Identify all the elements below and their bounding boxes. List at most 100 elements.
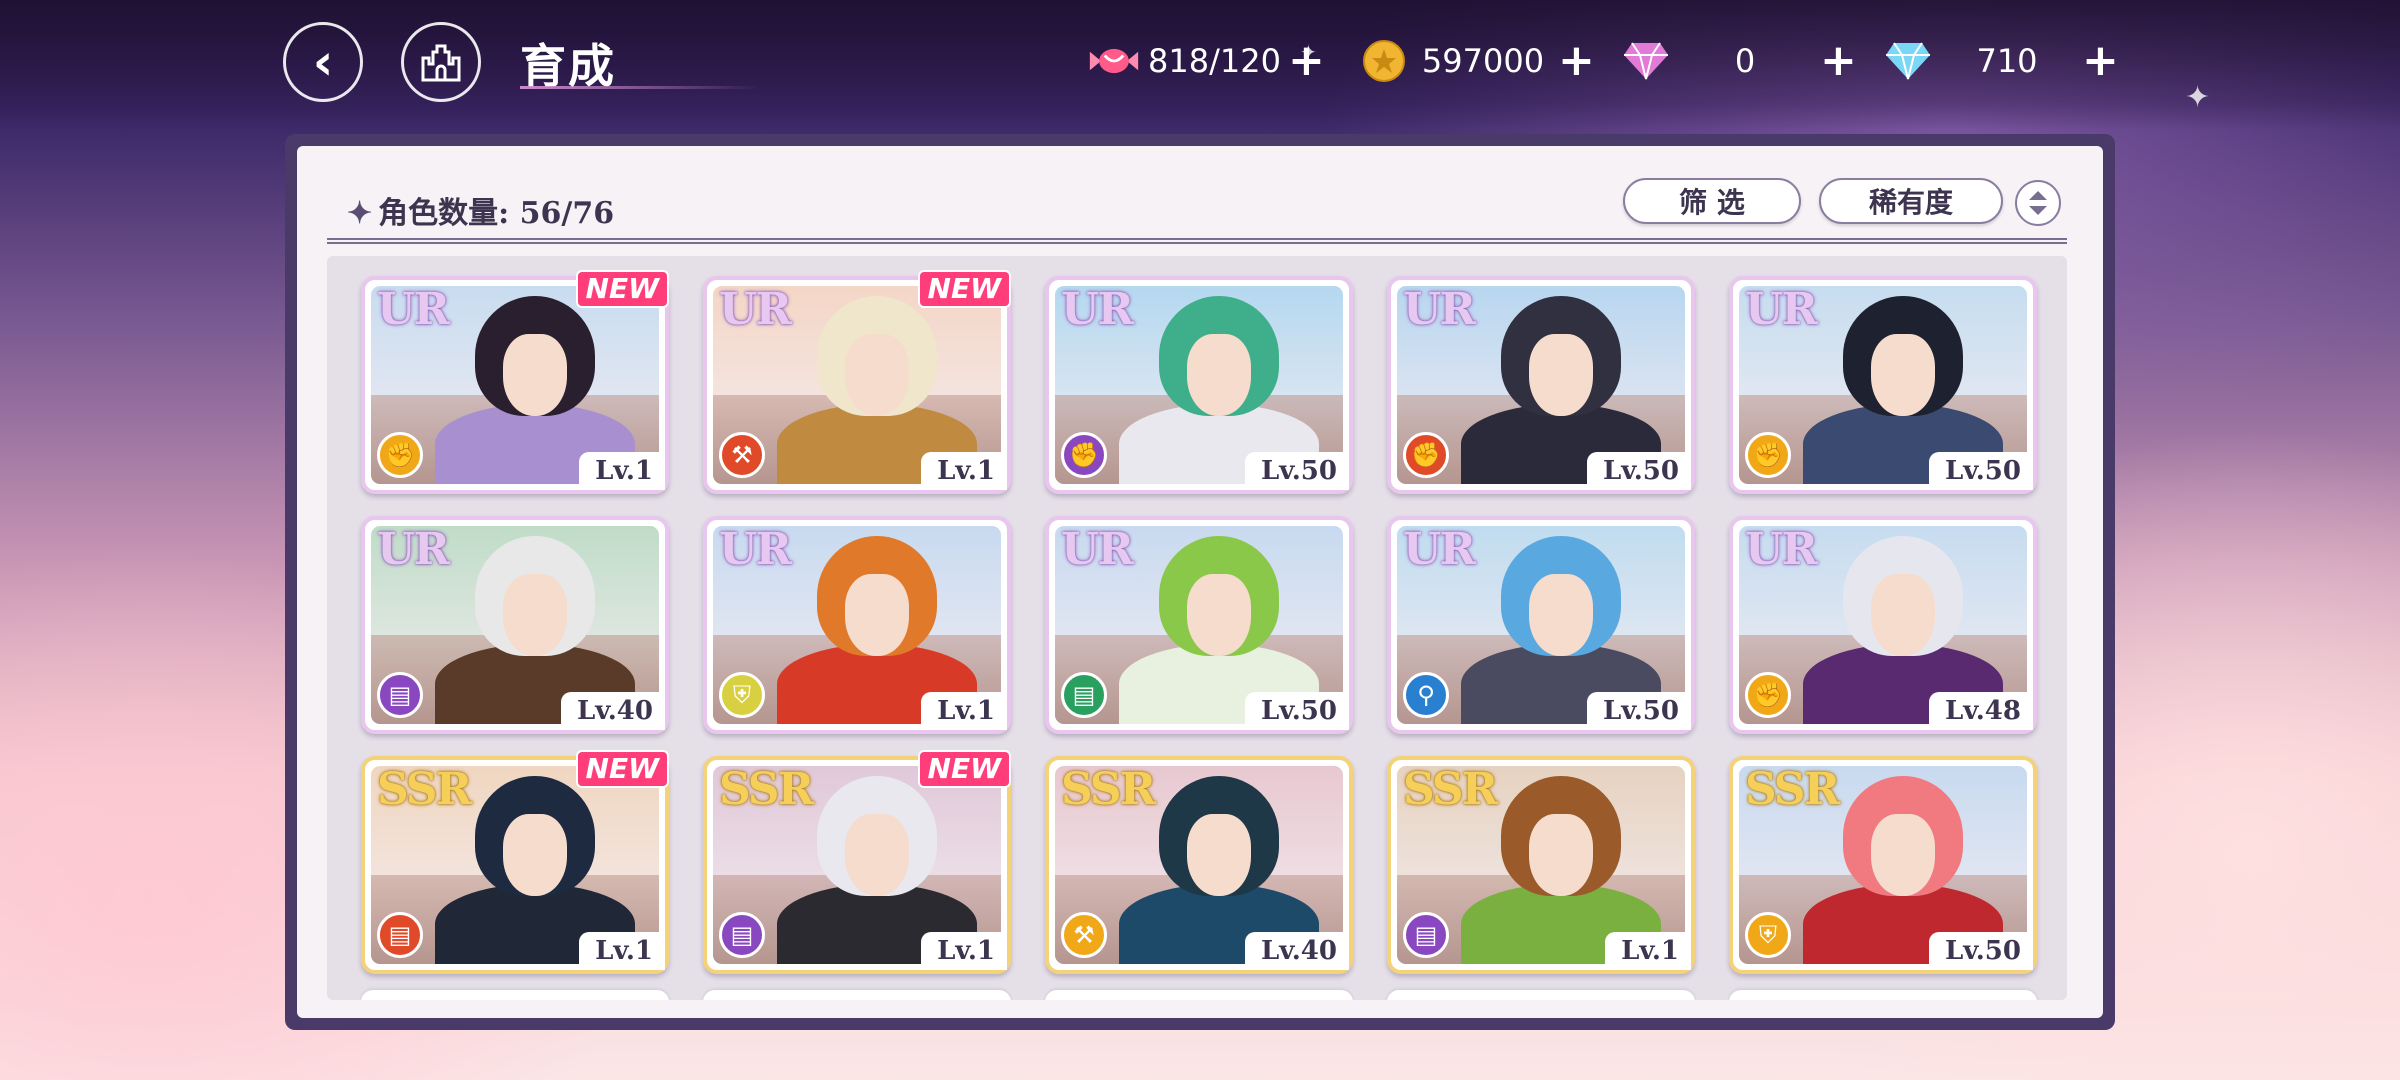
fist-type-icon: ✊ — [377, 432, 423, 478]
character-card-partial[interactable] — [703, 990, 1011, 1000]
add-blue-gem-button[interactable]: + — [2082, 39, 2119, 83]
character-card[interactable]: SSR NEW ▤ Lv.1 — [703, 750, 1011, 974]
character-card-partial[interactable] — [361, 990, 669, 1000]
character-card-partial[interactable] — [1045, 990, 1353, 1000]
sparkle-icon: ✦ — [347, 196, 373, 231]
pink-gem-value: 0 — [1734, 42, 1756, 80]
coin-value: 597000 — [1421, 42, 1545, 80]
rarity-label: SSR — [1745, 764, 1840, 815]
level-label: Lv.50 — [1244, 692, 1349, 730]
character-card[interactable]: UR ▤ Lv.40 — [361, 516, 669, 734]
fist-type-icon: ✊ — [1745, 432, 1791, 478]
hammer-type-icon: ⚒ — [719, 432, 765, 478]
shield-type-icon: ⛨ — [719, 672, 765, 718]
filter-button[interactable]: 筛 选 — [1623, 178, 1801, 224]
character-card[interactable]: UR ✊ Lv.50 — [1387, 276, 1695, 494]
rarity-sort-button[interactable]: 稀有度 — [1819, 178, 2003, 224]
rarity-label: UR — [1061, 284, 1134, 335]
character-card[interactable]: UR NEW ✊ Lv.1 — [361, 270, 669, 494]
rarity-label: UR — [719, 284, 792, 335]
character-card[interactable]: UR ▤ Lv.50 — [1045, 516, 1353, 734]
character-count: ✦ 角色数量: 56/76 — [347, 188, 614, 232]
character-panel-inner: ✦ 角色数量: 56/76 筛 选 稀有度 SSR ⛨ Lv.50 SSR ▤ Lv.1 SS… — [297, 146, 2103, 1018]
hammer-type-icon: ⚒ — [1061, 912, 1107, 958]
shield-type-icon: ⛨ — [1745, 912, 1791, 958]
add-coin-button[interactable]: + — [1558, 39, 1595, 83]
new-badge: NEW — [917, 270, 1011, 308]
level-label: Lv.1 — [579, 452, 665, 490]
level-label: Lv.1 — [921, 452, 1007, 490]
fist-type-icon: ✊ — [1745, 672, 1791, 718]
resource-coin: 597000 + — [1358, 36, 1595, 86]
resource-candy: 818/120 + — [1088, 36, 1325, 86]
fist-type-icon: ✊ — [1403, 432, 1449, 478]
character-panel: ✦ 角色数量: 56/76 筛 选 稀有度 SSR ⛨ Lv.50 SSR ▤ Lv.1 SS… — [285, 134, 2115, 1030]
level-label: Lv.1 — [921, 692, 1007, 730]
add-candy-button[interactable]: + — [1288, 39, 1325, 83]
book-type-icon: ▤ — [1403, 912, 1449, 958]
back-arrow-icon: ‹ — [312, 33, 334, 91]
character-card[interactable]: SSR ⛨ Lv.50 — [1729, 756, 2037, 974]
character-card[interactable]: UR ⛨ Lv.1 — [703, 516, 1011, 734]
rarity-label: UR — [377, 524, 450, 575]
header-divider — [327, 238, 2067, 244]
character-card-partial[interactable] — [1729, 990, 2037, 1000]
character-card[interactable]: UR NEW ⚒ Lv.1 — [703, 270, 1011, 494]
level-label: Lv.50 — [1928, 932, 2033, 970]
rarity-label: UR — [1061, 524, 1134, 575]
character-count-label: 角色数量: — [378, 196, 510, 231]
level-label: Lv.50 — [1928, 452, 2033, 490]
wrench-type-icon: ⚲ — [1403, 672, 1449, 718]
level-label: Lv.1 — [1605, 932, 1691, 970]
resource-blue-gem: 710 + — [1882, 36, 2119, 86]
candy-value: 818/120 — [1148, 42, 1281, 80]
fist-type-icon: ✊ — [1061, 432, 1107, 478]
character-card-partial[interactable] — [1387, 990, 1695, 1000]
pink-diamond-icon — [1620, 35, 1672, 87]
character-card[interactable]: UR ✊ Lv.50 — [1045, 276, 1353, 494]
rarity-label: UR — [719, 524, 792, 575]
new-badge: NEW — [575, 750, 669, 788]
character-card[interactable]: SSR NEW ▤ Lv.1 — [361, 750, 669, 974]
level-label: Lv.50 — [1244, 452, 1349, 490]
sparkle-icon: ✦ — [2185, 80, 2211, 115]
rarity-label: SSR — [1061, 764, 1156, 815]
sort-order-button[interactable] — [2015, 180, 2061, 226]
candy-icon — [1088, 35, 1140, 87]
character-card[interactable]: SSR ▤ Lv.1 — [1387, 756, 1695, 974]
level-label: Lv.1 — [921, 932, 1007, 970]
new-badge: NEW — [917, 750, 1011, 788]
back-button[interactable]: ‹ — [283, 22, 363, 102]
level-label: Lv.48 — [1928, 692, 2033, 730]
book-type-icon: ▤ — [377, 912, 423, 958]
resource-pink-gem: 0 + — [1620, 36, 1857, 86]
level-label: Lv.1 — [579, 932, 665, 970]
character-count-value: 56/76 — [519, 196, 615, 231]
level-label: Lv.40 — [560, 692, 665, 730]
rarity-label: UR — [377, 284, 450, 335]
new-badge: NEW — [575, 270, 669, 308]
level-label: Lv.50 — [1586, 692, 1691, 730]
book-type-icon: ▤ — [377, 672, 423, 718]
home-button[interactable] — [401, 22, 481, 102]
level-label: Lv.40 — [1244, 932, 1349, 970]
character-card[interactable]: SSR ⚒ Lv.40 — [1045, 756, 1353, 974]
book-type-icon: ▤ — [719, 912, 765, 958]
character-card[interactable]: UR ⚲ Lv.50 — [1387, 516, 1695, 734]
character-card[interactable]: UR ✊ Lv.50 — [1729, 276, 2037, 494]
rarity-label: UR — [1403, 524, 1476, 575]
character-card[interactable]: UR ✊ Lv.48 — [1729, 516, 2037, 734]
character-grid: SSR ⛨ Lv.50 SSR ▤ Lv.1 SSR ⚒ Lv.40 SSR NEW ▤ Lv.1 SSR… — [327, 256, 2067, 1000]
rarity-label: UR — [1745, 524, 1818, 575]
book-type-icon: ▤ — [1061, 672, 1107, 718]
rarity-label: UR — [1403, 284, 1476, 335]
rarity-label: UR — [1745, 284, 1818, 335]
castle-icon — [421, 44, 461, 82]
rarity-label: SSR — [719, 764, 814, 815]
add-pink-gem-button[interactable]: + — [1820, 39, 1857, 83]
blue-diamond-icon — [1882, 35, 1934, 87]
coin-icon — [1358, 35, 1410, 87]
blue-gem-value: 710 — [1976, 42, 2038, 80]
title-decoration — [520, 86, 760, 89]
rarity-label: SSR — [1403, 764, 1498, 815]
